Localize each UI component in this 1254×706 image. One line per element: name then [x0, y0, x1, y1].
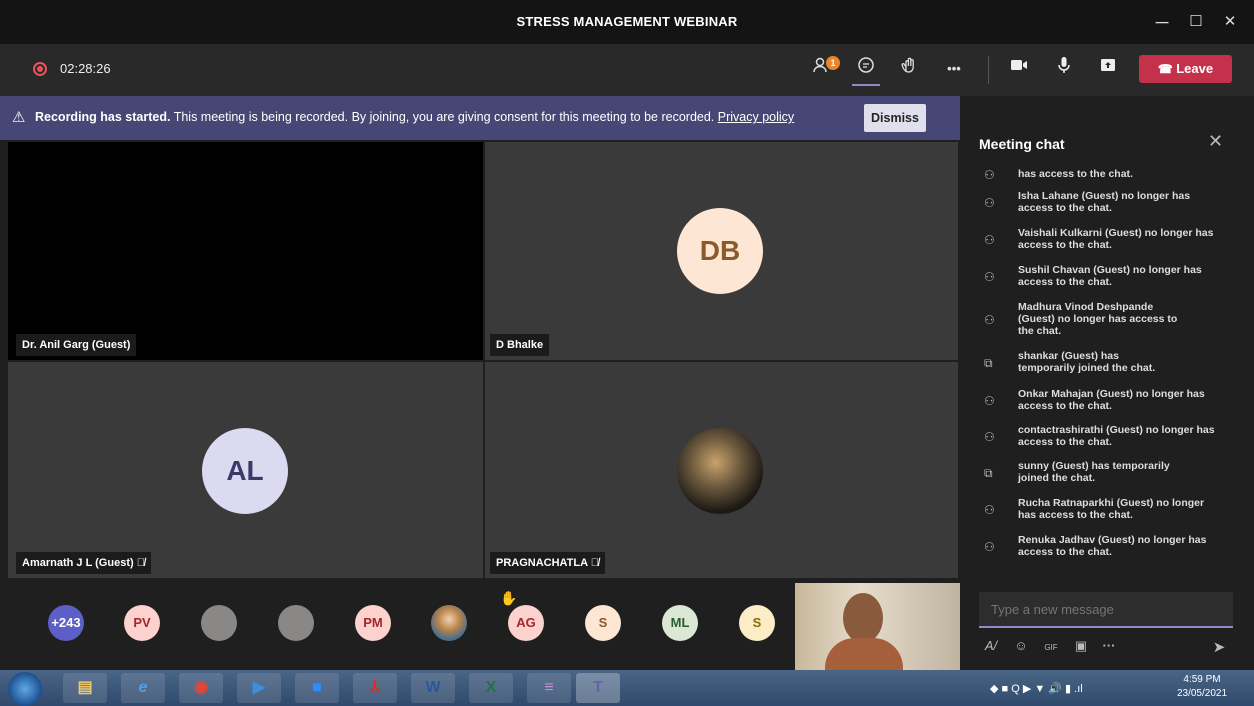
participant-avatar[interactable]: S [739, 605, 775, 641]
recording-banner-text: Recording has started. This meeting is b… [35, 110, 794, 124]
emoji-icon[interactable]: ☺ [1010, 638, 1032, 658]
person-head [843, 593, 883, 643]
person-left-icon: ⚇ [984, 430, 995, 444]
participant-avatar[interactable] [201, 605, 237, 641]
gif-icon[interactable]: GIF [1040, 638, 1062, 658]
chat-icon [858, 57, 874, 73]
leave-button[interactable]: ☎ Leave [1139, 55, 1232, 83]
participant-avatar[interactable] [431, 605, 467, 641]
privacy-policy-link[interactable]: Privacy policy [718, 110, 794, 124]
video-tile-anil-garg[interactable] [8, 142, 483, 360]
microphone-icon [1058, 57, 1070, 73]
participant-name-label: Dr. Anil Garg (Guest) [16, 334, 137, 356]
chat-button[interactable] [850, 55, 882, 83]
hand-icon [901, 57, 914, 73]
winrar-icon[interactable]: ≡ [527, 673, 571, 703]
participant-name-label: Amarnath J L (Guest) 🎙̸ [16, 552, 151, 574]
microphone-button[interactable] [1048, 55, 1080, 83]
participant-avatar[interactable]: AG [508, 605, 544, 641]
clock-date: 23/05/2021 [1176, 688, 1228, 699]
chrome-icon[interactable]: ◉ [179, 673, 223, 703]
phone-hangup-icon: ☎ [1157, 62, 1177, 76]
excel-icon[interactable]: X [469, 673, 513, 703]
send-icon[interactable]: ➤ [1208, 638, 1230, 658]
tray-icons[interactable]: ◆ ■ Q ▶ ▼ 🔊 ▮ .ıl [990, 682, 1083, 695]
internet-explorer-icon[interactable]: e [121, 673, 165, 703]
media-player-icon[interactable]: ▶ [237, 673, 281, 703]
clock-time: 4:59 PM [1183, 674, 1221, 685]
person-left-icon: ⚇ [984, 394, 995, 408]
raise-hand-button[interactable] [893, 55, 925, 83]
more-actions-button[interactable]: ••• [938, 55, 970, 83]
person-shirt [825, 638, 903, 670]
meeting-timer: 02:28:26 [60, 61, 111, 76]
share-screen-button[interactable] [1092, 55, 1124, 83]
format-icon[interactable]: A/ [980, 638, 1002, 658]
mic-muted-icon: 🎙̸ [136, 557, 145, 569]
leave-label: Leave [1176, 61, 1214, 76]
participant-avatar[interactable]: PM [355, 605, 391, 641]
start-button[interactable] [8, 672, 42, 706]
warning-icon: ⚠ [12, 109, 26, 126]
more-options-icon[interactable]: ··· [1098, 638, 1120, 658]
avatar: DB [677, 208, 763, 294]
profile-photo [677, 428, 763, 514]
compose-box [979, 592, 1233, 628]
participant-name-label: D Bhalke [490, 334, 550, 356]
person-left-icon: ⚇ [984, 503, 995, 517]
participant-name-label: PRAGNACHATLA 🎙̸ [490, 552, 605, 574]
close-window-button[interactable]: ✕ [1215, 8, 1245, 36]
dismiss-button[interactable]: Dismiss [864, 104, 926, 132]
share-screen-icon [1101, 59, 1115, 71]
mic-muted-icon: 🎙̸ [590, 557, 599, 569]
banner-body-text: This meeting is being recorded. By joini… [170, 110, 718, 124]
participant-avatar[interactable]: PV [124, 605, 160, 641]
participant-avatar[interactable]: ML [662, 605, 698, 641]
participants-badge: 1 [826, 56, 840, 70]
more-participants-button[interactable]: +243 [48, 605, 84, 641]
taskbar-clock[interactable]: 4:59 PM 23/05/2021 [1172, 673, 1232, 701]
participant-avatar[interactable] [278, 605, 314, 641]
word-icon[interactable]: W [411, 673, 455, 703]
avatar: AL [202, 428, 288, 514]
chat-title: Meeting chat [979, 136, 1065, 152]
message-input[interactable] [979, 592, 1233, 626]
teams-icon[interactable]: T [576, 673, 620, 703]
person-joined-icon: ⧉ [984, 466, 993, 480]
explorer-icon[interactable]: ▤ [63, 673, 107, 703]
chat-message: ⚇ has access to the chat. [984, 168, 1224, 180]
camera-button[interactable] [1003, 55, 1035, 83]
person-left-icon: ⚇ [984, 313, 995, 327]
minimize-button[interactable]: ─ [1147, 8, 1177, 36]
chat-active-indicator [852, 84, 880, 86]
maximize-button[interactable]: ☐ [1181, 8, 1211, 36]
person-left-icon: ⚇ [984, 233, 995, 247]
sticker-icon[interactable]: ▣ [1070, 638, 1092, 658]
window-title: STRESS MANAGEMENT WEBINAR [516, 14, 738, 29]
person-left-icon: ⚇ [984, 540, 995, 554]
recording-icon [33, 62, 47, 76]
raised-hand-icon: ✋ [500, 590, 518, 606]
participant-avatar[interactable]: S [585, 605, 621, 641]
zoom-icon[interactable]: ■ [295, 673, 339, 703]
person-left-icon: ⚇ [984, 168, 995, 180]
self-video-preview[interactable] [795, 583, 960, 670]
acrobat-icon[interactable]: ⅄ [353, 673, 397, 703]
person-joined-icon: ⧉ [984, 356, 993, 370]
person-left-icon: ⚇ [984, 196, 995, 210]
close-chat-button[interactable]: ✕ [1208, 131, 1223, 152]
person-left-icon: ⚇ [984, 270, 995, 284]
camera-icon [1011, 60, 1027, 70]
banner-bold-text: Recording has started. [35, 110, 171, 124]
toolbar-divider [988, 56, 989, 84]
chat-panel [960, 96, 1254, 670]
